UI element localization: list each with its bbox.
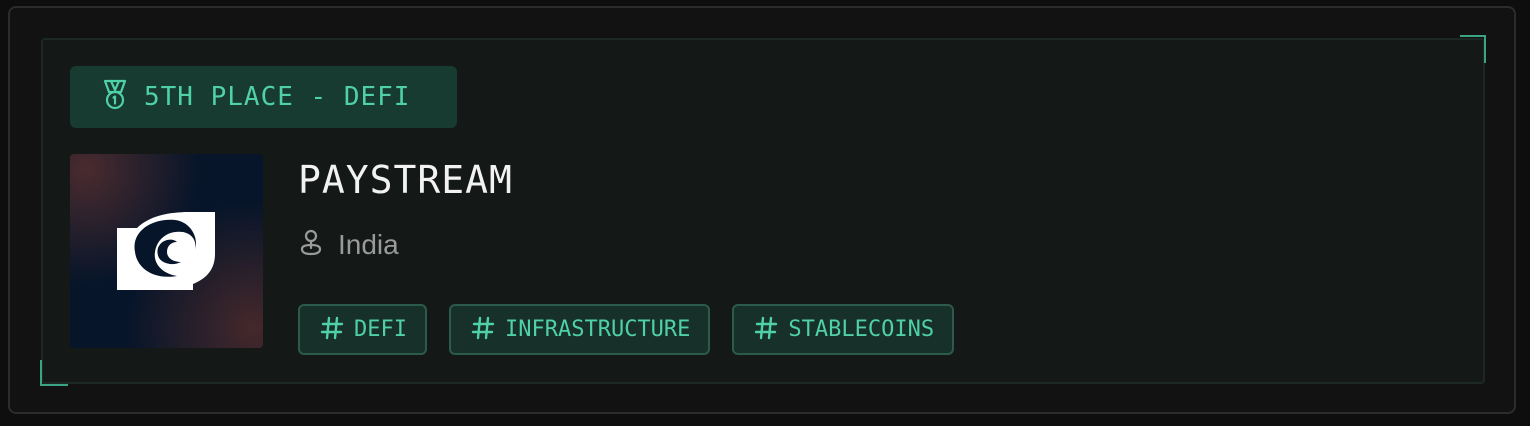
corner-accent-top-right [1460, 35, 1486, 63]
tag-defi[interactable]: DEFI [298, 304, 427, 355]
hash-icon [471, 316, 495, 344]
project-logo[interactable] [70, 154, 263, 348]
hash-icon [320, 316, 344, 344]
project-name: PAYSTREAM [298, 158, 513, 202]
tag-list: DEFI INFRASTRUCTURE STABLECOINS [298, 304, 955, 355]
tag-stablecoins[interactable]: STABLECOINS [732, 304, 955, 355]
corner-accent-bottom-left [40, 360, 68, 386]
tag-label: STABLECOINS [788, 317, 935, 342]
tag-label: INFRASTRUCTURE [504, 317, 691, 342]
placement-badge: 5TH PLACE - DEFI [70, 66, 457, 128]
medal-icon [98, 78, 132, 116]
hash-icon [754, 316, 778, 344]
placement-label: 5TH PLACE - DEFI [144, 82, 411, 112]
tag-label: DEFI [354, 317, 407, 342]
tag-infrastructure[interactable]: INFRASTRUCTURE [448, 304, 711, 355]
map-pin-icon [298, 228, 324, 262]
location-text: India [338, 229, 399, 260]
location: India [298, 228, 399, 262]
